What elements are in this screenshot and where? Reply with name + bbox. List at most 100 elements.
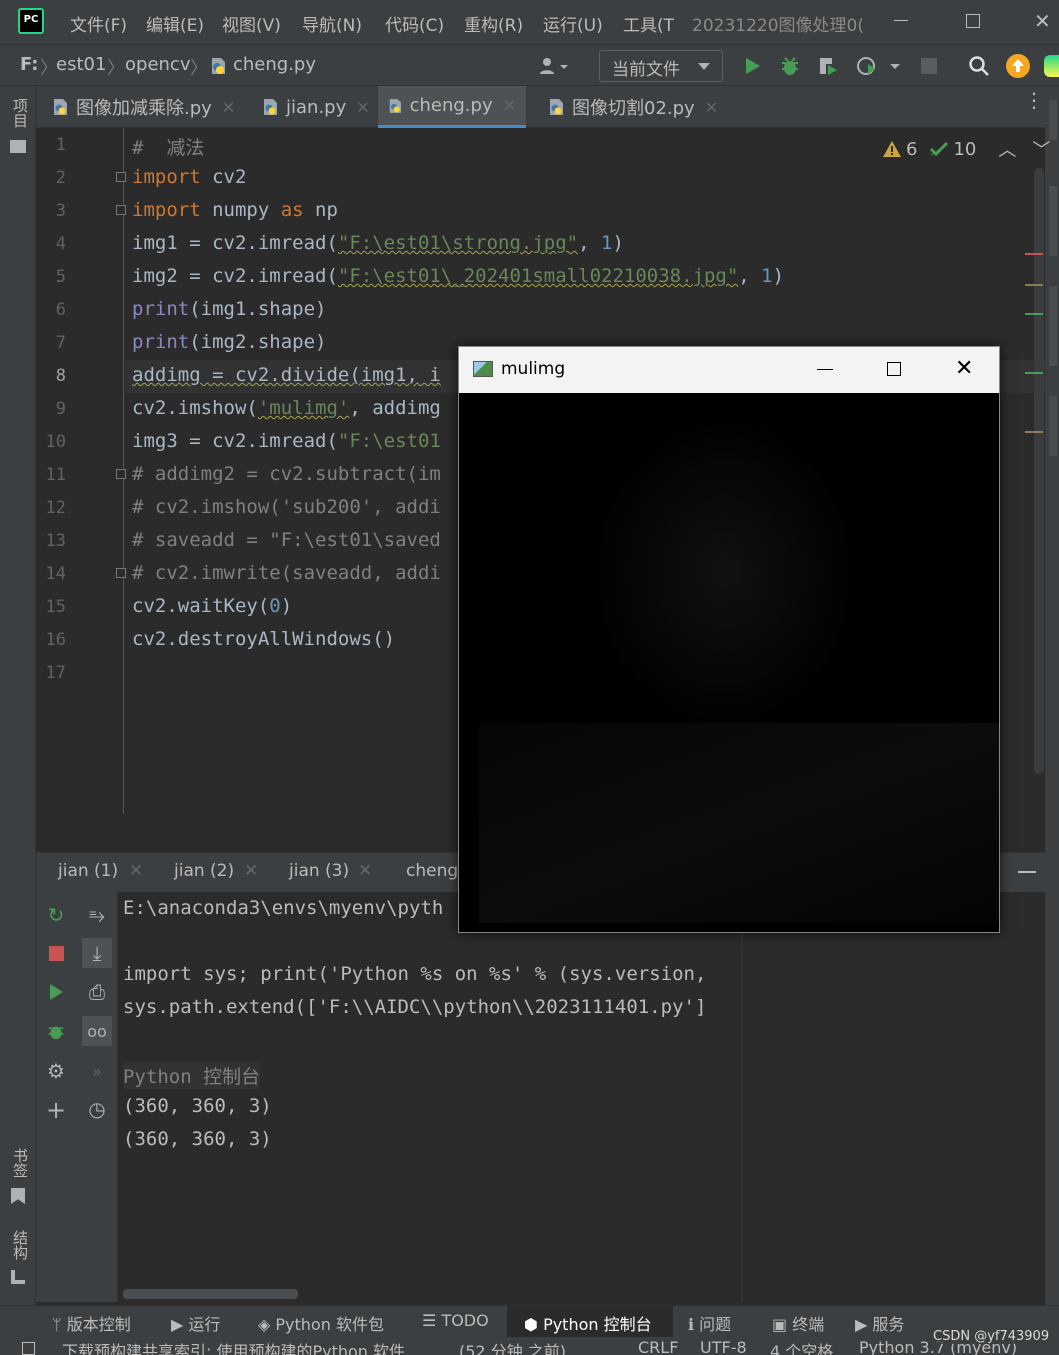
fold-icon[interactable]	[116, 172, 126, 182]
console-scrollbar[interactable]	[123, 1289, 298, 1299]
run-tab-jian-1[interactable]: jian (1)	[58, 861, 118, 881]
sciview-tool-button[interactable]	[1049, 286, 1057, 366]
bookmark-icon	[11, 1188, 25, 1204]
close-button[interactable]: ✕	[1034, 9, 1051, 33]
settings-icon[interactable]: ⚙	[43, 1058, 69, 1084]
more-tabs-icon[interactable]: ⋮	[1024, 90, 1044, 110]
tool-python-console[interactable]: ⬢ Python 控制台	[524, 1311, 652, 1335]
editor-scrollbar[interactable]	[1034, 168, 1044, 774]
chevron-down-icon[interactable]: ﹀	[1032, 136, 1050, 162]
tool-run[interactable]: ▶ 运行	[171, 1311, 220, 1335]
file-encoding[interactable]: UTF-8	[700, 1338, 747, 1355]
close-tab-icon[interactable]: ✕	[222, 98, 235, 117]
minimize-button[interactable]	[894, 20, 908, 21]
right-tool-strip[interactable]	[1045, 86, 1059, 1305]
menu-navigate[interactable]: 导航(N)	[302, 11, 362, 36]
tool-vcs[interactable]: ᛘ 版本控制	[52, 1311, 131, 1335]
tab-jian[interactable]: jian.py ✕	[252, 86, 380, 128]
bookmarks-tool-button[interactable]: 书签	[8, 1148, 29, 1178]
menu-run[interactable]: 运行(U)	[543, 11, 603, 36]
tool-todo[interactable]: ☰ TODO	[422, 1311, 489, 1330]
maximize-button[interactable]	[966, 14, 980, 28]
notifications-tool-button[interactable]	[1049, 100, 1057, 140]
breadcrumb-drive[interactable]: F:	[20, 54, 39, 75]
line-separator[interactable]: CRLF	[638, 1338, 678, 1355]
opencv-image-window[interactable]: mulimg ✕	[458, 346, 1000, 933]
window-minimize-button[interactable]	[817, 369, 833, 370]
warning-stripe[interactable]	[1025, 431, 1043, 433]
close-tab-icon[interactable]: ✕	[244, 861, 258, 881]
database-tool-button[interactable]	[1049, 186, 1057, 256]
editor-tabs: 图像加减乘除.py ✕ jian.py ✕ cheng.py ✕ 图像切割02.py ✕…	[36, 86, 1045, 128]
breadcrumb-file[interactable]: cheng.py	[233, 54, 316, 75]
add-icon[interactable]: +	[43, 1096, 69, 1124]
plugin-icon[interactable]	[1044, 53, 1059, 79]
breadcrumb-est01[interactable]: est01	[56, 54, 106, 75]
search-icon[interactable]	[966, 53, 992, 79]
fold-icon[interactable]	[116, 568, 126, 578]
python-console[interactable]: ↻ ⚙ + ⥱ ⤓ ⎙ oo » ◷ E:\anaconda3\envs\mye…	[36, 892, 1045, 1302]
profile-button[interactable]	[855, 53, 905, 79]
tab-image-cut[interactable]: 图像切割02.py ✕	[538, 86, 728, 128]
close-tab-icon[interactable]: ✕	[358, 861, 372, 881]
rerun-icon[interactable]: ↻	[43, 902, 69, 928]
menu-tools[interactable]: 工具(T	[623, 11, 674, 36]
window-close-button[interactable]: ✕	[955, 356, 973, 381]
stop-button[interactable]	[916, 53, 942, 79]
run-icon[interactable]	[43, 979, 69, 1005]
window-title-bar[interactable]: mulimg ✕	[459, 347, 999, 393]
update-icon[interactable]	[1005, 53, 1031, 79]
debug-icon[interactable]	[43, 1018, 69, 1044]
close-tab-icon[interactable]: ✕	[503, 96, 516, 115]
scroll-to-end-icon[interactable]: ⤓	[82, 938, 112, 968]
run-button[interactable]	[739, 53, 765, 79]
stop-icon[interactable]	[43, 940, 69, 966]
inspection-widget[interactable]: 6 10 ︿ ﹀	[882, 136, 1050, 162]
tool-terminal[interactable]: ▣ 终端	[772, 1311, 824, 1335]
print-icon[interactable]: ⎙	[84, 979, 110, 1005]
debug-button[interactable]	[777, 53, 803, 79]
close-tab-icon[interactable]: ✕	[129, 861, 143, 881]
close-tab-icon[interactable]: ✕	[705, 98, 718, 117]
fold-icon[interactable]	[116, 469, 126, 479]
coverage-button[interactable]	[815, 53, 841, 79]
change-stripe[interactable]	[1025, 372, 1043, 374]
status-message[interactable]: 下载预构建共享索引: 使用预构建的Python 软件	[62, 1338, 405, 1355]
close-tab-icon[interactable]: ✕	[356, 98, 369, 117]
tool-python-packages[interactable]: ◈ Python 软件包	[258, 1311, 384, 1335]
tab-cheng[interactable]: cheng.py ✕	[378, 86, 526, 128]
menu-refactor[interactable]: 重构(R)	[464, 11, 523, 36]
run-tab-jian-3[interactable]: jian (3)	[289, 861, 349, 881]
warning-stripe[interactable]	[1025, 284, 1043, 286]
chevron-up-icon[interactable]: ︿	[998, 136, 1016, 162]
run-configuration-select[interactable]: 当前文件	[599, 50, 723, 82]
run-tab-cheng[interactable]: cheng	[406, 861, 458, 881]
window-maximize-button[interactable]	[887, 362, 901, 376]
structure-tool-button[interactable]: 结构	[8, 1230, 29, 1260]
menu-file[interactable]: 文件(F)	[70, 11, 127, 36]
pycharm-logo[interactable]: PC	[18, 8, 44, 34]
history-icon[interactable]: ◷	[84, 1096, 110, 1122]
tool-problems[interactable]: ℹ 问题	[688, 1311, 731, 1335]
fold-icon[interactable]	[116, 205, 126, 215]
run-tab-jian-2[interactable]: jian (2)	[174, 861, 234, 881]
menu-view[interactable]: 视图(V)	[222, 11, 281, 36]
tool-services[interactable]: ▶ 服务	[855, 1311, 904, 1335]
console-prompt: Python 控制台	[123, 1062, 261, 1089]
execute-icon[interactable]: »	[84, 1058, 110, 1084]
change-stripe[interactable]	[1025, 313, 1043, 315]
tab-image-arith[interactable]: 图像加减乘除.py ✕	[42, 86, 245, 128]
account-icon[interactable]	[533, 53, 573, 79]
hide-panel-button[interactable]	[1018, 871, 1036, 873]
variables-icon[interactable]: oo	[82, 1016, 112, 1046]
indent-setting[interactable]: 4 个空格	[770, 1338, 833, 1355]
toggle-tool-windows-icon[interactable]	[22, 1342, 35, 1355]
soft-wrap-icon[interactable]: ⥱	[84, 902, 110, 928]
menu-edit[interactable]: 编辑(E)	[146, 11, 204, 36]
remote-tool-button[interactable]	[1049, 396, 1057, 456]
error-stripe[interactable]	[1025, 253, 1043, 255]
project-tool-button[interactable]: 项目	[8, 98, 29, 128]
menu-code[interactable]: 代码(C)	[385, 11, 444, 36]
line-number: 9	[55, 399, 66, 419]
breadcrumb-opencv[interactable]: opencv	[125, 54, 190, 75]
